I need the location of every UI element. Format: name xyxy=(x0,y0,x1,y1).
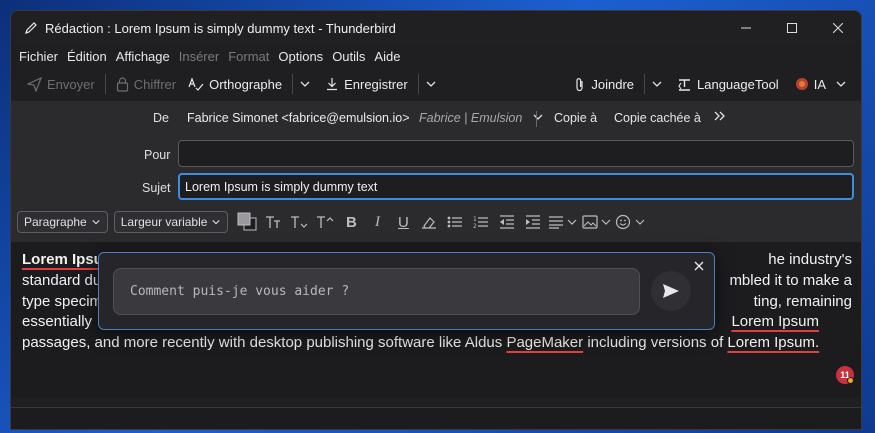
bold-icon[interactable]: B xyxy=(338,211,364,233)
minimize-button[interactable] xyxy=(723,11,769,45)
align-icon[interactable] xyxy=(546,211,580,233)
increase-size-icon[interactable] xyxy=(312,211,338,233)
menu-aide[interactable]: Aide xyxy=(374,49,400,64)
toolbar-separator xyxy=(644,74,645,94)
svg-text:1: 1 xyxy=(473,216,477,223)
lock-icon xyxy=(116,76,128,92)
outdent-icon[interactable] xyxy=(494,211,520,233)
send-button[interactable]: Envoyer xyxy=(21,70,101,98)
body-text: ting, remaining xyxy=(753,292,852,310)
save-dropdown[interactable] xyxy=(423,70,439,98)
toolbar-separator xyxy=(417,74,419,94)
ai-button[interactable]: IA xyxy=(789,70,853,98)
body-text: PageMaker xyxy=(506,334,584,352)
menu-options[interactable]: Options xyxy=(278,49,323,64)
menu-fichier[interactable]: Fichier xyxy=(19,49,58,64)
emoji-icon[interactable] xyxy=(614,211,648,233)
double-chevron-right-icon xyxy=(714,111,725,121)
chevron-down-icon xyxy=(212,219,221,225)
smaller-font-icon[interactable] xyxy=(260,211,286,233)
languagetool-button[interactable]: LanguageTool xyxy=(671,70,785,98)
toolbar-separator xyxy=(292,74,294,94)
body-text: mbled it to make a xyxy=(729,271,852,289)
ai-send-button[interactable] xyxy=(651,271,691,311)
attach-button[interactable]: Joindre xyxy=(568,70,640,98)
numbered-list-icon[interactable]: 12 xyxy=(468,211,494,233)
to-label: Pour xyxy=(144,148,171,162)
chevron-down-icon xyxy=(533,114,543,120)
encrypt-button[interactable]: Chiffrer xyxy=(110,70,182,98)
title-bar: Rédaction : Lorem Ipsum is simply dummy … xyxy=(11,11,861,45)
chevron-down-icon xyxy=(652,81,662,87)
format-toolbar: Paragraphe Largeur variable B I U 12 xyxy=(11,208,861,236)
send-icon xyxy=(27,76,42,92)
spellcheck-dropdown[interactable] xyxy=(297,70,313,98)
chevron-down-icon xyxy=(92,219,100,225)
main-toolbar: Envoyer Chiffrer Orthographe Enregistrer… xyxy=(11,67,861,101)
badge-status-dot xyxy=(847,377,854,384)
underline-icon[interactable]: U xyxy=(390,211,416,233)
window-title: Rédaction : Lorem Ipsum is simply dummy … xyxy=(45,20,396,36)
text-color-icon[interactable] xyxy=(234,211,260,233)
close-icon xyxy=(694,261,704,271)
send-arrow-icon xyxy=(663,284,679,298)
paperclip-icon xyxy=(576,77,583,91)
menu-affichage[interactable]: Affichage xyxy=(116,49,170,64)
body-text: standard du xyxy=(22,271,102,289)
body-text: passages, and more recently with desktop… xyxy=(22,334,503,352)
from-row: De Fabrice Simonet <fabrice@emulsion.io>… xyxy=(11,105,861,133)
body-text: type specim xyxy=(22,292,103,310)
body-text: Lorem Ipsum. xyxy=(727,334,820,352)
cc-button[interactable]: Copie à xyxy=(554,111,597,125)
paragraph-select[interactable]: Paragraphe xyxy=(17,211,108,233)
ai-close-button[interactable] xyxy=(694,258,706,271)
body-text: Lorem Ipsum xyxy=(731,313,819,331)
compose-window: Rédaction : Lorem Ipsum is simply dummy … xyxy=(10,10,862,430)
subject-field[interactable]: Lorem Ipsum is simply dummy text xyxy=(178,173,854,200)
pen-icon xyxy=(23,20,39,36)
body-text: including versions of xyxy=(587,334,724,352)
from-select[interactable]: Fabrice Simonet <fabrice@emulsion.io> Fa… xyxy=(187,111,544,125)
chevron-down-icon xyxy=(300,81,310,87)
chevron-down-icon xyxy=(836,81,846,87)
menu-outils[interactable]: Outils xyxy=(332,49,365,64)
insert-image-icon[interactable] xyxy=(580,211,614,233)
menu-bar: Fichier Édition Affichage Insérer Format… xyxy=(11,45,861,67)
attach-dropdown[interactable] xyxy=(649,70,665,98)
toolbar-separator xyxy=(104,74,106,94)
chevron-down-icon xyxy=(426,81,436,87)
body-text: essentially xyxy=(22,313,93,331)
header-separator xyxy=(536,111,537,127)
ai-prompt-input[interactable]: Comment puis-je vous aider ? xyxy=(113,268,640,315)
spellcheck-icon xyxy=(188,76,204,91)
bullet-list-icon[interactable] xyxy=(442,211,468,233)
reduce-size-icon[interactable] xyxy=(286,211,312,233)
spellcheck-button[interactable]: Orthographe xyxy=(182,70,288,98)
more-recipients-button[interactable] xyxy=(713,109,727,126)
to-field[interactable] xyxy=(178,140,854,167)
body-text: he industry's xyxy=(768,251,852,268)
menu-inserer[interactable]: Insérer xyxy=(179,49,219,64)
indent-icon[interactable] xyxy=(520,211,546,233)
from-label: De xyxy=(153,111,169,125)
bcc-button[interactable]: Copie cachée à xyxy=(614,111,701,125)
clear-format-icon[interactable] xyxy=(416,211,442,233)
download-icon xyxy=(327,78,338,91)
close-button[interactable] xyxy=(815,11,861,45)
status-bar xyxy=(11,407,861,429)
svg-text:2: 2 xyxy=(473,223,477,229)
maximize-button[interactable] xyxy=(769,11,815,45)
menu-format[interactable]: Format xyxy=(228,49,269,64)
ai-assistant-popup: Comment puis-je vous aider ? xyxy=(98,252,715,330)
font-select[interactable]: Largeur variable xyxy=(113,211,229,233)
italic-icon[interactable]: I xyxy=(364,211,390,233)
save-button[interactable]: Enregistrer xyxy=(319,70,414,98)
languagetool-icon xyxy=(678,78,690,91)
ai-icon xyxy=(795,78,808,90)
menu-edition[interactable]: Édition xyxy=(67,49,107,64)
subject-label: Sujet xyxy=(142,181,171,195)
